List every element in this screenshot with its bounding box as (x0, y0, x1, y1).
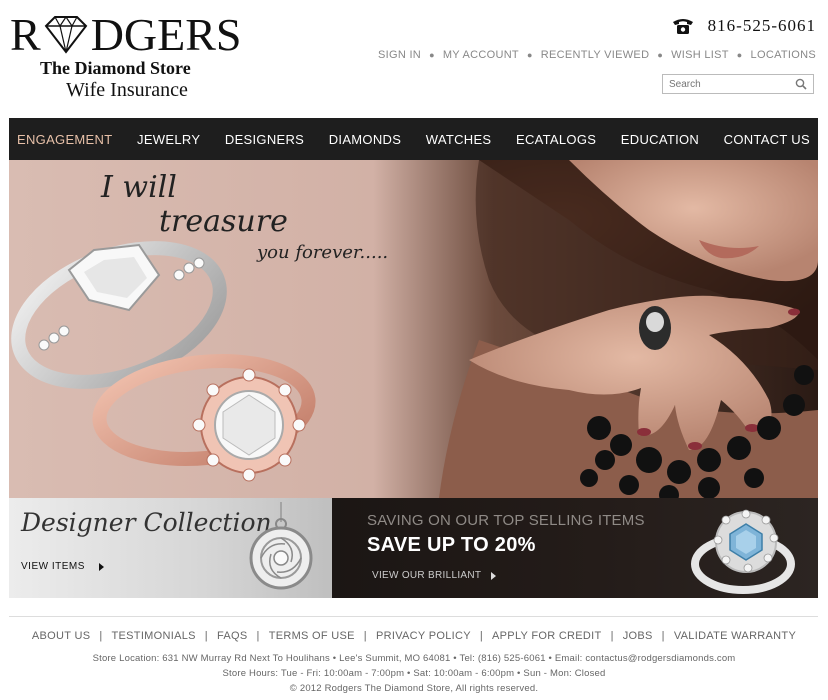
view-items-label: VIEW ITEMS (21, 561, 85, 572)
designer-collection-promo[interactable]: Designer Collection VIEW ITEMS (9, 498, 332, 598)
nav-watches[interactable]: WATCHES (426, 132, 492, 147)
link-separator: ● (526, 50, 533, 60)
search-icon[interactable] (795, 78, 807, 90)
footer-separator: | (610, 630, 614, 642)
footer-validate-warranty-link[interactable]: VALIDATE WARRANTY (674, 630, 796, 642)
designer-collection-title: Designer Collection (21, 508, 272, 537)
footer-privacy-link[interactable]: PRIVACY POLICY (376, 630, 471, 642)
hero-headline-line2: treasure (159, 204, 288, 239)
copyright-text: © 2012 Rodgers The Diamond Store, All ri… (289, 683, 539, 694)
hero-headline-line1: I will (101, 170, 177, 205)
nav-jewelry[interactable]: JEWELRY (137, 132, 200, 147)
blue-topaz-ring-image (691, 509, 795, 594)
recently-viewed-link[interactable]: RECENTLY VIEWED (541, 49, 650, 61)
locations-link[interactable]: LOCATIONS (751, 49, 816, 61)
view-brilliant-link[interactable]: VIEW OUR BRILLIANT (372, 570, 497, 581)
pendant-image (249, 502, 313, 590)
logo-tagline: Wife Insurance (66, 79, 188, 101)
nav-education[interactable]: EDUCATION (621, 132, 699, 147)
nav-engagement[interactable]: ENGAGEMENT (17, 132, 112, 147)
store-location-text: Store Location: 631 NW Murray Rd Next To… (92, 653, 736, 664)
save-up-headline: SAVE UP TO 20% (367, 534, 536, 556)
footer-apply-credit-link[interactable]: APPLY FOR CREDIT (492, 630, 602, 642)
footer-divider (9, 616, 818, 617)
store-logo[interactable]: R DGERS The Diamond Store Wife Insurance (10, 12, 250, 102)
footer-separator: | (661, 630, 665, 642)
hero-image (9, 160, 818, 498)
logo-subtitle: The Diamond Store (40, 58, 191, 78)
telephone-icon (672, 19, 693, 34)
hero-headline-line3: you forever..... (257, 242, 389, 263)
diamond-icon (44, 15, 88, 54)
wish-list-link[interactable]: WISH LIST (671, 49, 729, 61)
logo-wordmark: R DGERS (10, 9, 250, 60)
arrow-right-icon (98, 562, 104, 571)
link-separator: ● (657, 50, 664, 60)
footer-about-us-link[interactable]: ABOUT US (32, 630, 90, 642)
hero-banner[interactable]: I will treasure you forever..... (9, 160, 818, 498)
nav-diamonds[interactable]: DIAMONDS (329, 132, 401, 147)
footer-separator: | (363, 630, 367, 642)
logo-letter: R (10, 9, 41, 60)
phone-contact: 816-525-6061 (672, 16, 816, 36)
save-promo[interactable]: SAVING ON OUR TOP SELLING ITEMS SAVE UP … (332, 498, 818, 598)
my-account-link[interactable]: MY ACCOUNT (443, 49, 519, 61)
footer-terms-link[interactable]: TERMS OF USE (269, 630, 355, 642)
link-separator: ● (736, 50, 743, 60)
view-items-link[interactable]: VIEW ITEMS (21, 561, 104, 572)
footer-separator: | (204, 630, 208, 642)
search-input[interactable] (663, 78, 791, 90)
footer-links: ABOUT US | TESTIMONIALS | FAQS | TERMS O… (0, 630, 828, 642)
footer-faqs-link[interactable]: FAQS (217, 630, 248, 642)
nav-designers[interactable]: DESIGNERS (225, 132, 304, 147)
search-box (662, 74, 814, 94)
footer-jobs-link[interactable]: JOBS (623, 630, 653, 642)
footer-testimonials-link[interactable]: TESTIMONIALS (112, 630, 196, 642)
store-hours-text: Store Hours: Tue - Fri: 10:00am - 7:00pm… (222, 668, 606, 679)
footer-separator: | (256, 630, 260, 642)
link-separator: ● (429, 50, 435, 60)
view-brilliant-label: VIEW OUR BRILLIANT (372, 570, 482, 581)
saving-heading: SAVING ON OUR TOP SELLING ITEMS (367, 512, 645, 529)
arrow-right-icon (491, 571, 497, 580)
logo-letters: DGERS (90, 9, 242, 60)
main-nav: ENGAGEMENT JEWELRY DESIGNERS DIAMONDS WA… (9, 118, 818, 160)
nav-contact-us[interactable]: CONTACT US (724, 132, 810, 147)
sign-in-link[interactable]: SIGN IN (378, 49, 421, 61)
phone-number: 816-525-6061 (707, 16, 816, 35)
footer-separator: | (479, 630, 484, 642)
nav-ecatalogs[interactable]: ECATALOGS (516, 132, 596, 147)
footer-separator: | (99, 630, 103, 642)
account-links: SIGN IN ● MY ACCOUNT ● RECENTLY VIEWED ●… (378, 49, 816, 61)
